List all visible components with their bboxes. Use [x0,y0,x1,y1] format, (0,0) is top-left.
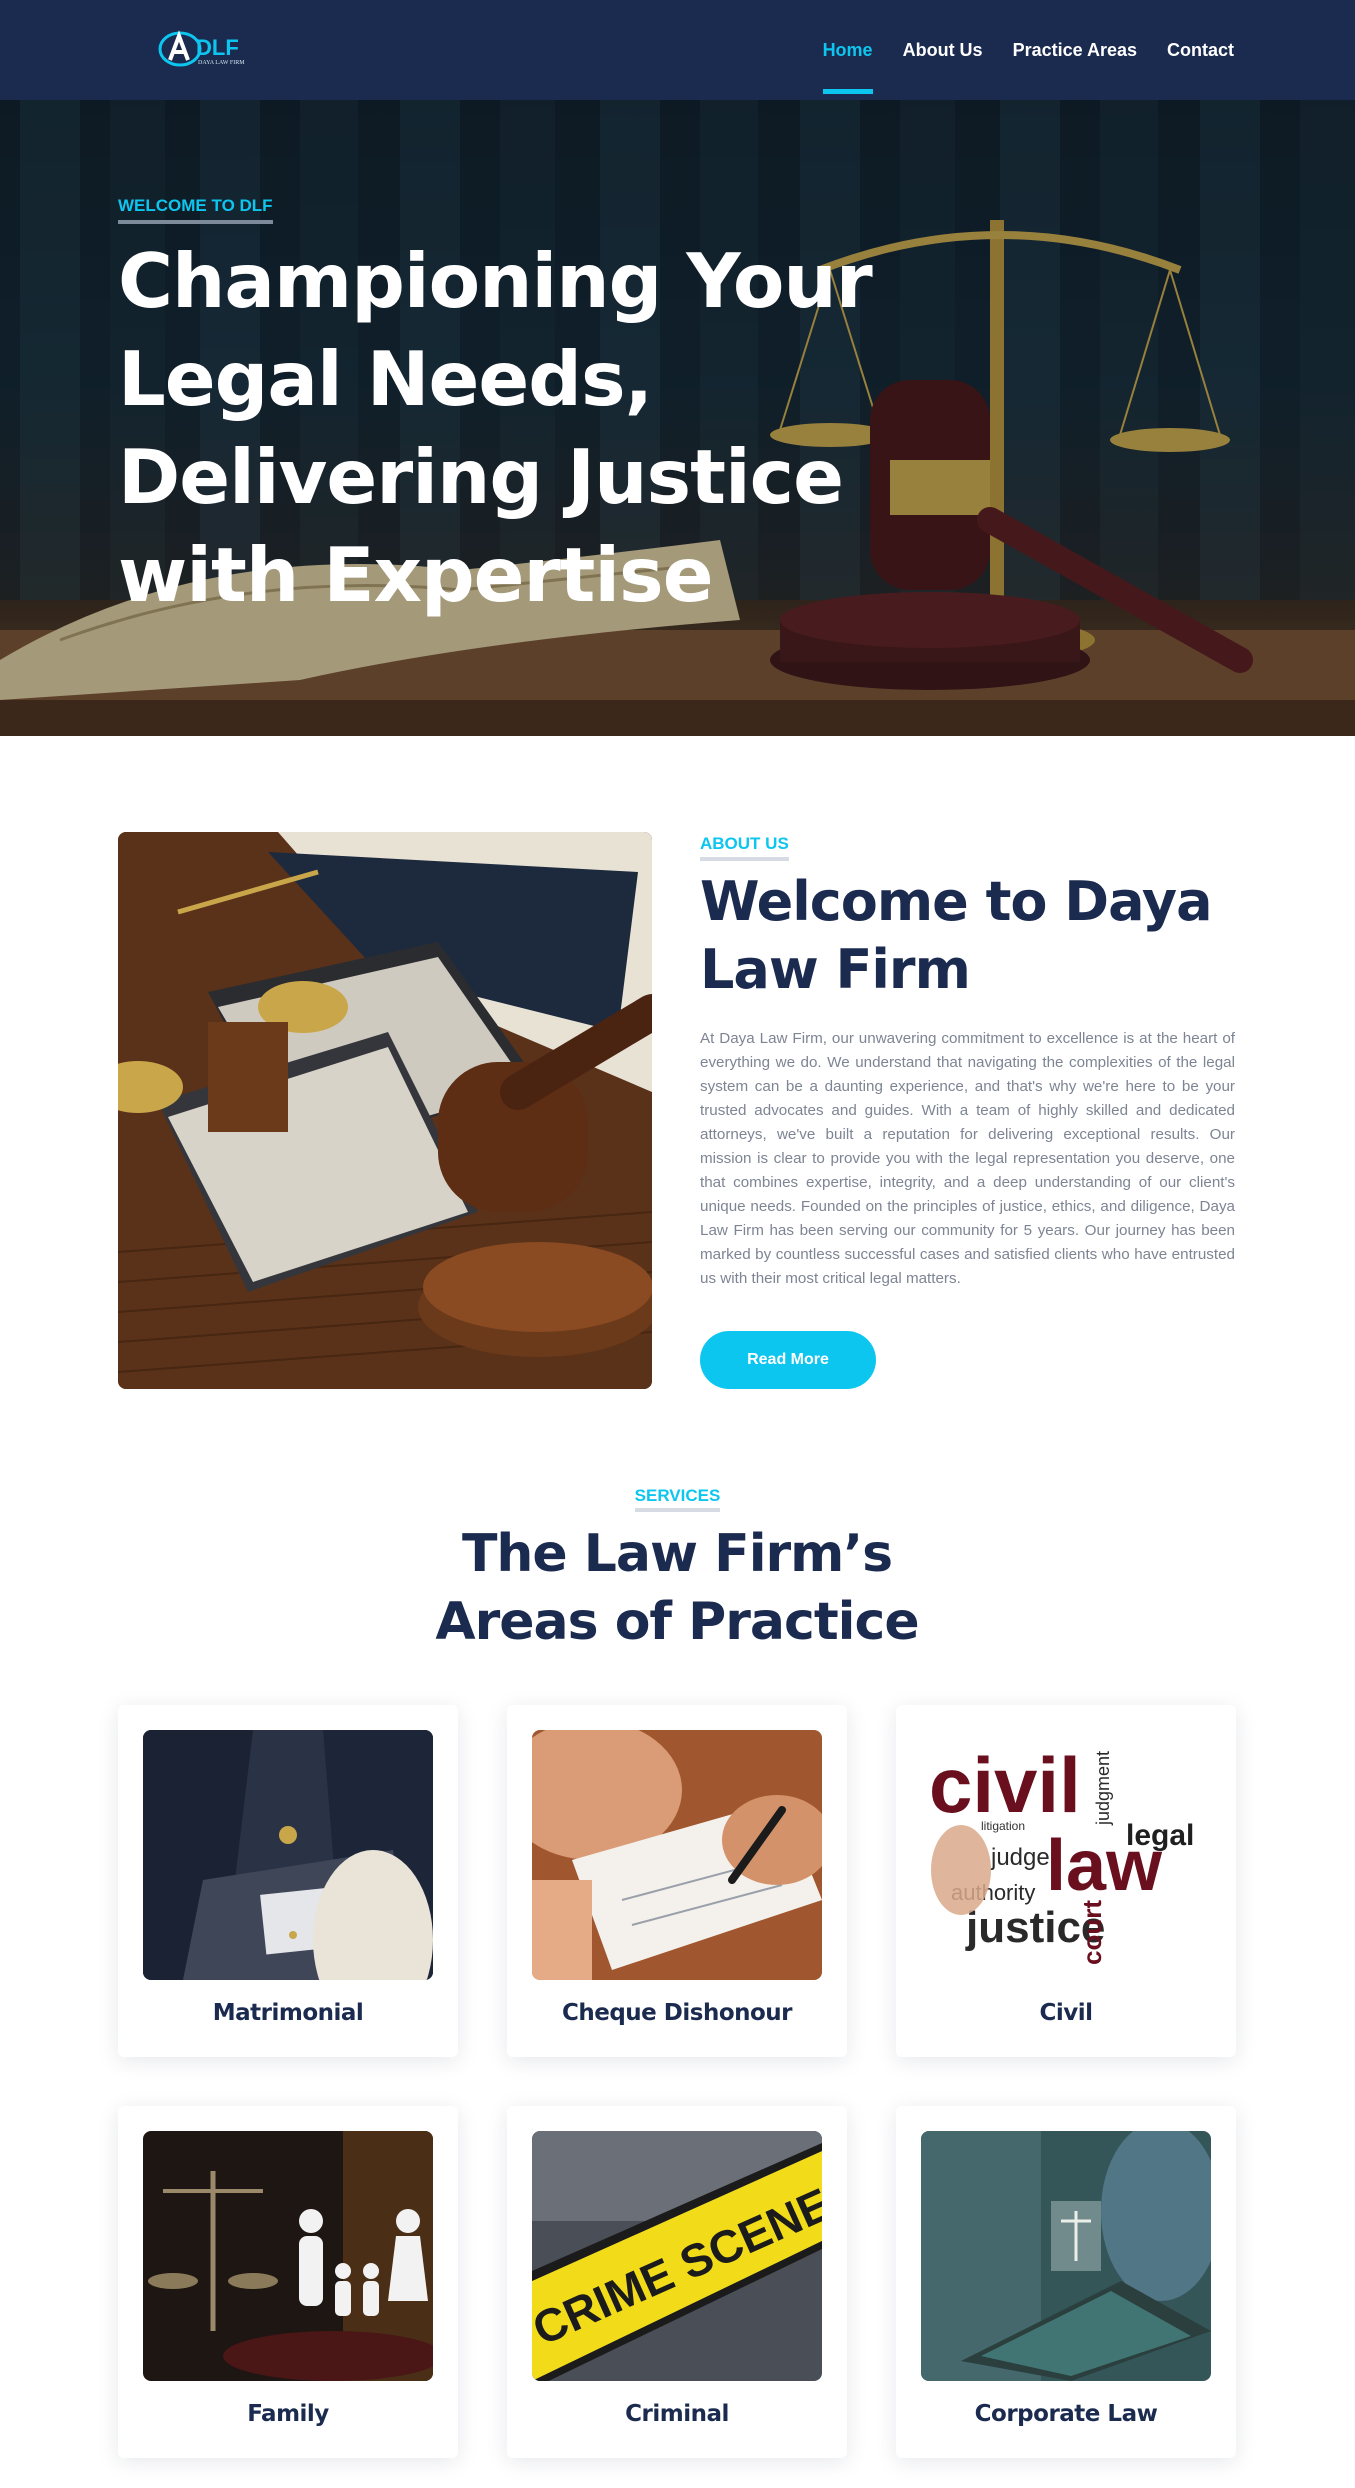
nav-practice-areas[interactable]: Practice Areas [1013,0,1137,100]
matrimonial-image [143,1730,433,1980]
civil-law-wordcloud: civil law legal justice judge authority … [921,1730,1211,1980]
family-image [143,2131,433,2381]
logo-tagline: DAYA LAW FIRM [198,60,245,66]
svg-text:legal: legal [1126,1819,1194,1852]
about-body-text: At Daya Law Firm, our unwavering commitm… [700,1030,1235,1287]
family-photo [143,2131,433,2381]
nav-contact[interactable]: Contact [1167,0,1234,100]
hero-title: Championing Your Legal Needs, Delivering… [118,237,873,619]
about-title: Welcome to Daya Law Firm [700,870,1213,1001]
read-more-button[interactable]: Read More [700,1331,876,1389]
svg-text:civil: civil [929,1741,1081,1829]
practice-card-civil[interactable]: civil law legal justice judge authority … [896,1705,1236,2057]
card-label: Family [247,2401,329,2427]
corporate-law-image [921,2131,1211,2381]
logo-icon: DLF DAYA LAW FIRM [158,30,245,67]
matrimonial-photo [143,1730,433,1980]
practice-card-criminal[interactable]: CRIME SCENE DO NOT CROSS Criminal [507,2106,847,2458]
cheque-image [532,1730,822,1980]
top-navbar: DLF DAYA LAW FIRM Home About Us Practice… [0,0,1355,100]
hero-banner: WELCOME TO DLF Championing Your Legal Ne… [0,100,1355,736]
logo-text: DLF [196,35,239,60]
card-label: Cheque Dishonour [561,2000,793,2026]
nav-home[interactable]: Home [822,0,873,100]
nav-about-us[interactable]: About Us [903,0,983,100]
services-kicker-row: SERVICES [0,1486,1355,1512]
cheque-photo [532,1730,822,1980]
practice-card-corporate-law[interactable]: Corporate Law [896,2106,1236,2458]
hero-kicker: WELCOME TO DLF [118,196,273,224]
crime-scene-tape-photo: CRIME SCENE DO NOT CROSS [532,2131,822,2381]
criminal-image: CRIME SCENE DO NOT CROSS [532,2131,822,2381]
svg-text:litigation: litigation [981,1819,1025,1833]
main-menu: Home About Us Practice Areas Contact [822,0,1234,100]
dlf-logo[interactable]: DLF DAYA LAW FIRM [158,26,280,72]
card-label: Criminal [625,2401,729,2427]
svg-text:court: court [1077,1900,1107,1965]
practice-card-matrimonial[interactable]: Matrimonial [118,1705,458,2057]
services-title: The Law Firm’s Areas of Practice [435,1524,919,1652]
svg-text:judge: judge [990,1844,1050,1871]
gavel-books-photo [118,832,652,1389]
svg-text:judgment: judgment [1093,1751,1113,1826]
corporate-law-photo [921,2131,1211,2381]
practice-card-cheque-dishonour[interactable]: Cheque Dishonour [507,1705,847,2057]
about-image [118,832,652,1389]
about-kicker: ABOUT US [700,834,789,861]
practice-card-family[interactable]: Family [118,2106,458,2458]
services-kicker: SERVICES [634,1486,721,1512]
civil-image: civil law legal justice judge authority … [921,1730,1211,1980]
card-label: Corporate Law [974,2401,1158,2427]
card-label: Matrimonial [212,2000,364,2026]
card-label: Civil [1039,2000,1093,2026]
